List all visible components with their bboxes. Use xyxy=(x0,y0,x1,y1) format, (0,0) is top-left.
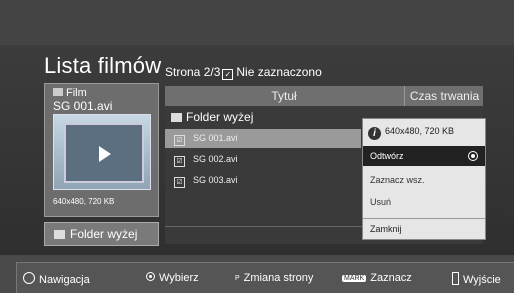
exit-icon xyxy=(452,272,459,285)
preview-panel: Film SG 001.avi 640x480, 720 KB xyxy=(44,83,159,217)
checkbox-icon[interactable]: ☑ xyxy=(174,135,185,146)
list-item-name: SG 003.avi xyxy=(193,175,238,185)
hint-select: Wybierz xyxy=(146,272,199,284)
play-option-label: Odtwórz xyxy=(370,151,404,161)
close-option[interactable]: Zamknij xyxy=(363,220,485,239)
select-all-option[interactable]: Zaznacz wsz. xyxy=(363,170,485,190)
column-duration: Czas trwania xyxy=(404,86,484,106)
popup-divider xyxy=(363,218,485,219)
hint-navigate: Nawigacja xyxy=(23,272,90,286)
page-status: Strona 2/3 ✓ Nie zaznaczono xyxy=(165,65,322,80)
hint-select-label: Wybierz xyxy=(159,272,199,284)
hint-page-change: P Zmiana strony xyxy=(235,272,313,284)
checkbox-icon: ✓ xyxy=(222,69,234,80)
footer-hint-bar: Nawigacja Wybierz P Zmiana strony MARK Zaz… xyxy=(16,262,514,293)
play-option[interactable]: Odtwórz xyxy=(363,146,485,166)
options-popup: i 640x480, 720 KB Odtwórz Zaznacz wsz. Us… xyxy=(362,118,486,240)
hint-navigate-label: Nawigacja xyxy=(39,274,90,286)
info-icon: i xyxy=(368,127,381,140)
video-thumbnail xyxy=(53,114,151,190)
folder-up-button[interactable]: Folder wyżej xyxy=(44,222,159,246)
preview-file-name: SG 001.avi xyxy=(53,99,113,113)
hint-mark-label: Zaznacz xyxy=(370,272,412,284)
ok-button-icon xyxy=(146,272,155,281)
delete-option-label: Usuń xyxy=(370,197,392,207)
delete-option[interactable]: Usuń xyxy=(363,192,485,212)
checkbox-icon[interactable]: ☑ xyxy=(174,177,185,188)
folder-up-button-label: Folder wyżej xyxy=(70,227,138,241)
selection-status: Nie zaznaczono xyxy=(236,65,322,79)
column-title: Tytuł xyxy=(271,89,297,103)
select-all-option-label: Zaznacz wsz. xyxy=(370,175,425,185)
top-band xyxy=(0,0,514,45)
selected-radio-icon xyxy=(468,151,478,161)
hint-exit: Wyjście xyxy=(452,272,501,286)
mark-button-icon: MARK xyxy=(342,275,367,282)
popup-info: i 640x480, 720 KB xyxy=(363,119,485,144)
list-item[interactable]: ☑ SG 001.avi xyxy=(165,129,361,148)
play-icon xyxy=(99,146,111,162)
preview-meta: 640x480, 720 KB xyxy=(53,197,115,206)
folder-up-icon xyxy=(54,230,65,239)
close-option-label: Zamknij xyxy=(370,224,402,234)
page-title: Lista filmów xyxy=(44,53,162,78)
film-folder-icon xyxy=(53,88,63,96)
navigation-icon xyxy=(23,272,35,284)
list-item[interactable]: ☑ SG 003.avi xyxy=(165,171,361,190)
page-button-icon: P xyxy=(235,275,240,282)
list-item[interactable]: ☑ SG 002.avi xyxy=(165,150,361,169)
list-item-name: SG 001.avi xyxy=(193,133,238,143)
preview-type-label: Film xyxy=(66,87,87,99)
checkbox-icon[interactable]: ☑ xyxy=(174,156,185,167)
folder-up-row-label: Folder wyżej xyxy=(186,110,254,124)
popup-info-text: 640x480, 720 KB xyxy=(385,126,455,136)
hint-page-change-label: Zmiana strony xyxy=(243,272,314,284)
preview-type: Film xyxy=(53,87,87,99)
page-indicator: Strona 2/3 xyxy=(165,65,221,79)
folder-up-icon xyxy=(171,113,182,122)
hint-exit-label: Wyjście xyxy=(463,274,501,286)
hint-mark: MARK Zaznacz xyxy=(342,272,412,284)
list-header: Tytuł Czas trwania xyxy=(165,86,483,106)
list-item-name: SG 002.avi xyxy=(193,154,238,164)
film-icon xyxy=(64,123,144,183)
